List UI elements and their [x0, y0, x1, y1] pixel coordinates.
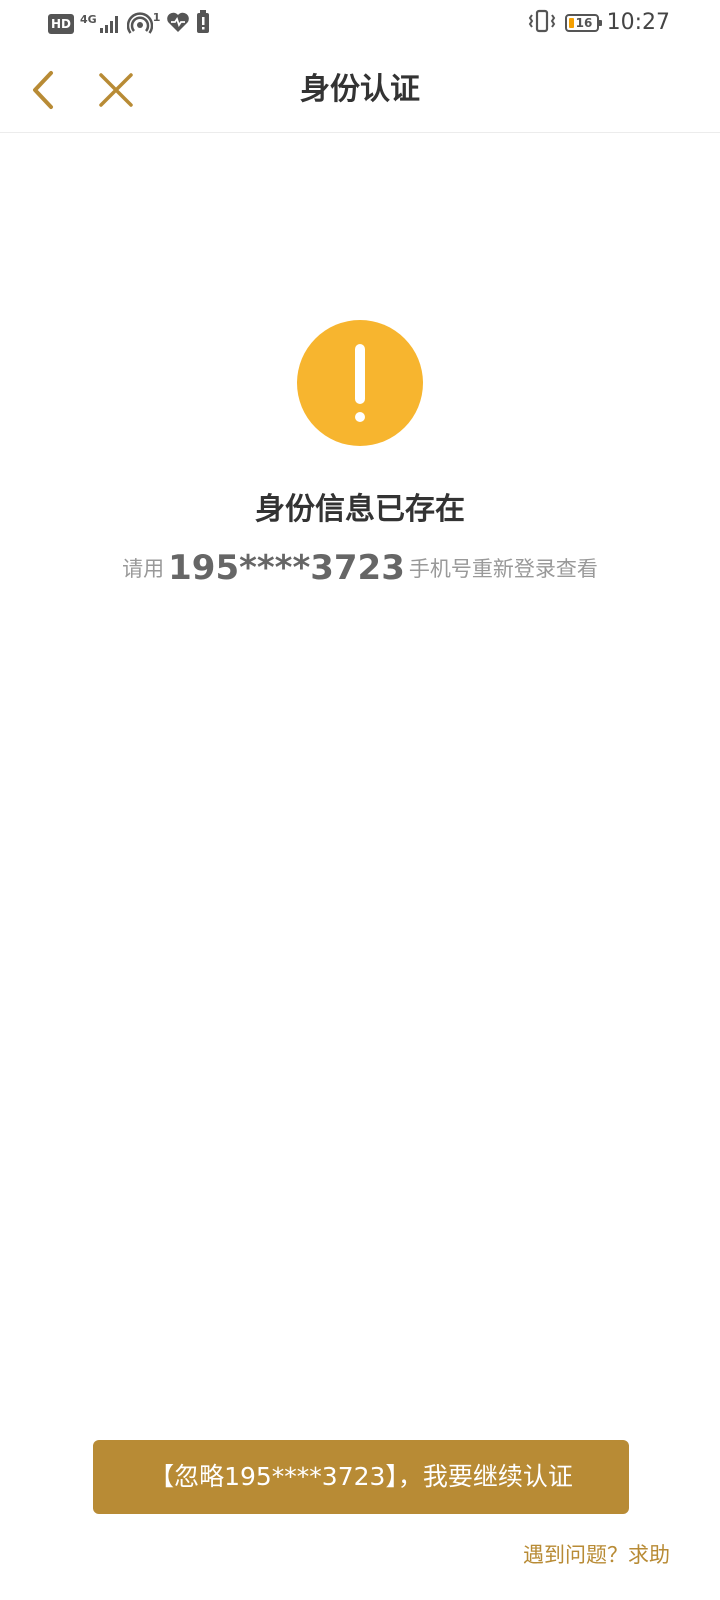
- network-type: 4G: [80, 13, 97, 26]
- warning-icon-bar: [355, 344, 365, 404]
- status-time: 10:27: [606, 10, 670, 35]
- battery-level: 16: [575, 16, 593, 30]
- status-bar: HD 4G 1 16 10:27: [0, 0, 720, 48]
- status-left: HD 4G 1: [48, 10, 210, 38]
- desc-prefix: 请用: [122, 557, 165, 581]
- vibrate-icon: [527, 9, 557, 37]
- desc-suffix: 手机号重新登录查看: [408, 557, 598, 581]
- battery-icon: 16: [564, 14, 602, 32]
- continue-verification-button[interactable]: 【忽略195****3723】，我要继续认证: [93, 1440, 629, 1514]
- battery-fill: [568, 18, 574, 28]
- alert-icon: [196, 10, 210, 38]
- nav-header: 身份认证: [0, 48, 720, 133]
- result-description: 请用 195****3723 手机号重新登录查看: [0, 540, 720, 597]
- page-title: 身份认证: [300, 72, 420, 107]
- masked-phone-number: 195****3723: [168, 548, 405, 588]
- hd-icon: HD: [48, 14, 75, 34]
- hotspot-icon: 1: [126, 11, 161, 36]
- warning-icon-dot: [355, 412, 365, 422]
- hotspot-count: 1: [152, 11, 161, 24]
- result-title: 身份信息已存在: [255, 492, 465, 527]
- signal-icon: 4G: [80, 14, 121, 34]
- help-link[interactable]: 遇到问题？求助: [523, 1540, 670, 1570]
- warning-icon: [297, 320, 423, 446]
- screen: HD 4G 1 16 10:27 身份认证 身份信息已存在 请用 195****…: [0, 0, 720, 1600]
- health-icon: [166, 11, 190, 37]
- status-right: 16 10:27: [527, 8, 670, 38]
